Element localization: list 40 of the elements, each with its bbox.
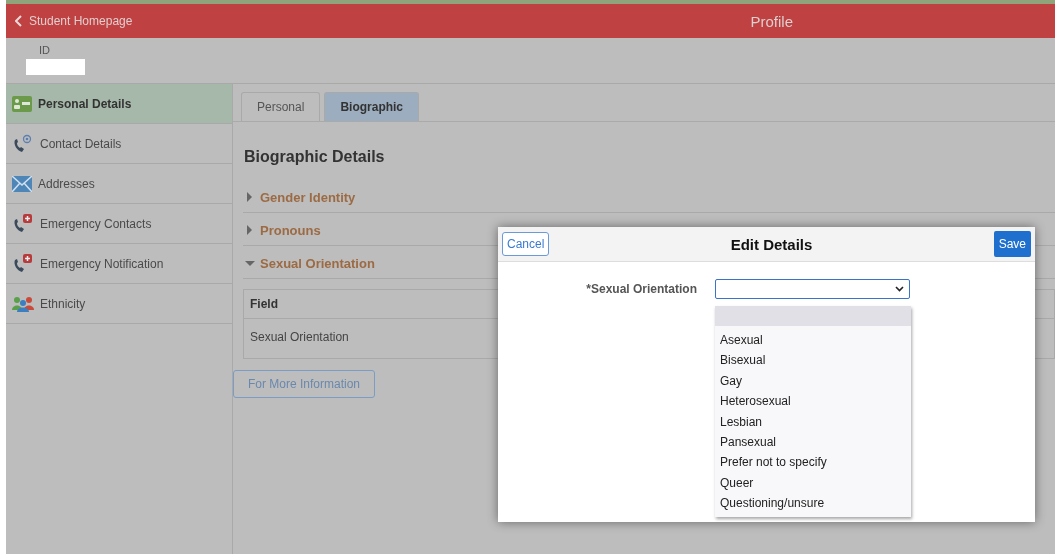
dropdown-field[interactable] — [715, 279, 910, 299]
dropdown-option[interactable]: Prefer not to specify — [715, 452, 911, 473]
table-cell-text: Sexual Orientation — [249, 329, 350, 346]
page-title: Profile — [750, 12, 793, 30]
sidebar-item[interactable]: Emergency Contacts — [6, 204, 232, 244]
chevron-left-icon — [15, 15, 23, 27]
phone-alert-icon — [12, 213, 34, 234]
save-button[interactable]: Save — [993, 231, 1031, 257]
chevron-down-icon — [895, 286, 904, 292]
caret-right-icon — [245, 192, 255, 202]
envelope-icon — [12, 175, 32, 192]
sidebar-item[interactable]: Ethnicity — [6, 284, 232, 324]
caret-down-icon — [245, 258, 255, 268]
sidebar-item[interactable]: Personal Details — [6, 84, 232, 124]
dropdown-option[interactable]: Heterosexual — [715, 391, 911, 412]
cancel-button[interactable]: Cancel — [502, 232, 550, 256]
dropdown-option[interactable]: Pansexual — [715, 431, 911, 453]
redaction-box — [26, 59, 85, 75]
dropdown-option[interactable]: Bisexual — [715, 350, 911, 371]
dialog-title: Edit Details — [730, 235, 813, 253]
dropdown-option[interactable]: Questioning/unsure — [715, 493, 911, 514]
field-label: *Sexual Orientation — [585, 282, 697, 296]
id-label: ID — [39, 44, 51, 56]
sidebar-item[interactable]: Contact Details — [6, 124, 232, 164]
tab[interactable]: Personal — [241, 92, 321, 121]
section-heading: Biographic Details — [244, 148, 386, 166]
sidebar-item[interactable]: Emergency Notification — [6, 244, 232, 284]
dropdown-option[interactable]: Gay — [715, 370, 911, 392]
dropdown-option[interactable]: Lesbian — [715, 411, 911, 432]
dropdown-option[interactable]: Queer — [715, 472, 911, 494]
back-link[interactable]: Student Homepage — [6, 14, 133, 28]
people-icon — [12, 295, 34, 312]
caret-right-icon — [245, 225, 255, 235]
phone-icon — [12, 133, 34, 154]
phone-alert-icon — [12, 253, 34, 274]
column-header: Field — [249, 296, 279, 313]
sidebar-item[interactable]: Addresses — [6, 164, 232, 204]
card-icon — [12, 95, 32, 112]
dropdown-option[interactable]: Asexual — [715, 330, 911, 351]
tab[interactable]: Biographic — [324, 92, 420, 121]
